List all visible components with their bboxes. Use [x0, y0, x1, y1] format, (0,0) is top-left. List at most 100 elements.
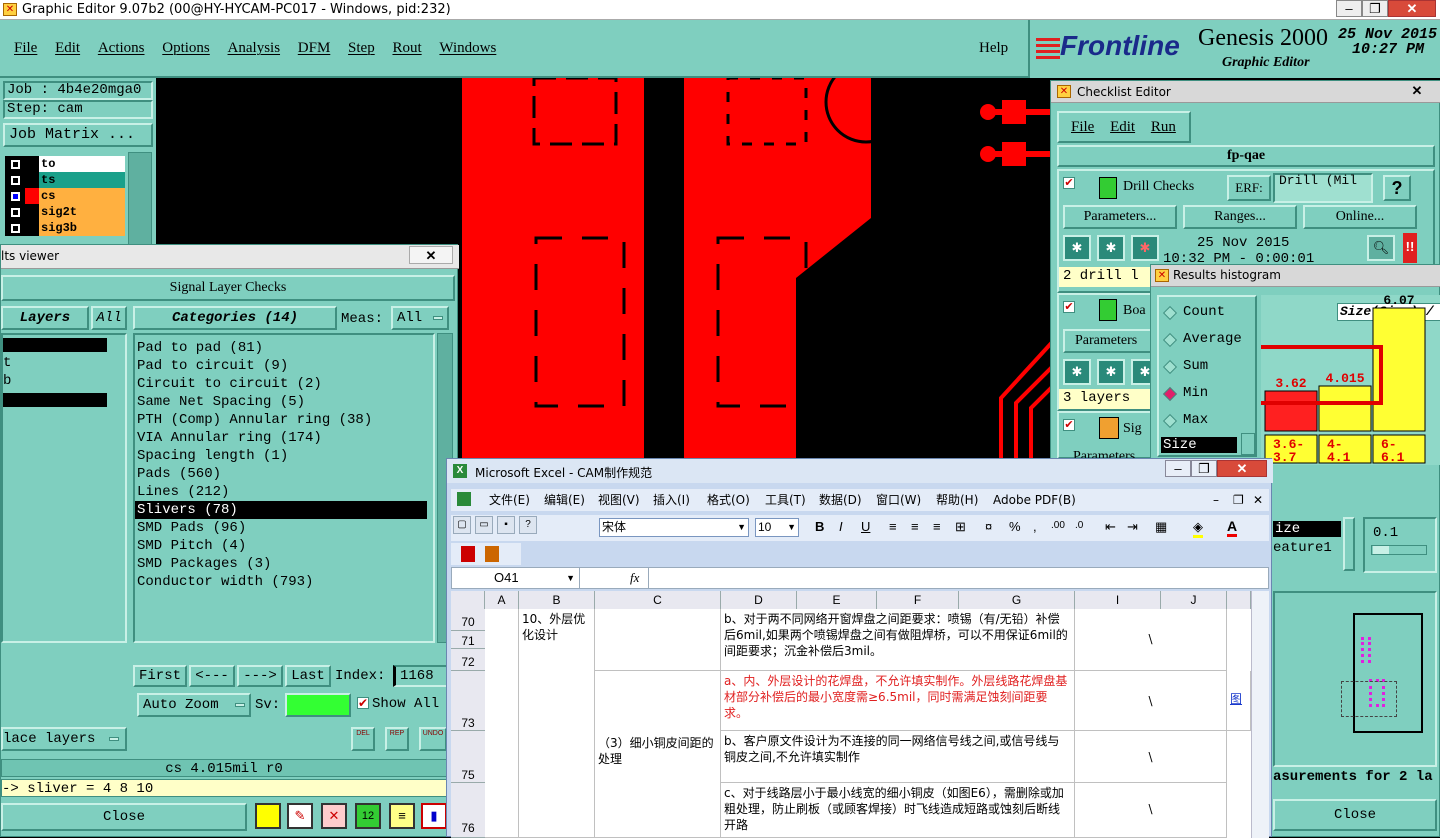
excel-menu-help[interactable]: 帮助(H): [936, 489, 978, 511]
cell-fig-link[interactable]: 图: [1227, 671, 1251, 731]
first-button[interactable]: First: [133, 665, 187, 687]
histogram-icon[interactable]: ▮: [421, 803, 447, 829]
histogram-size-scroll[interactable]: [1241, 433, 1255, 455]
excel-minimize-button[interactable]: –: [1165, 460, 1191, 477]
cell-a[interactable]: [485, 609, 519, 838]
row-header[interactable]: 70: [451, 609, 485, 631]
cell-d-75[interactable]: b、客户原文件设计为不连接的同一网络信号线之间,或信号线与铜皮之间,不允许填实制…: [721, 731, 1075, 783]
open-icon[interactable]: ▭: [475, 516, 493, 534]
menu-dfm[interactable]: DFM: [298, 40, 331, 57]
bold-button[interactable]: B: [815, 519, 824, 534]
name-box[interactable]: O41 ▼: [452, 568, 580, 588]
prev-button[interactable]: <---: [189, 665, 235, 687]
option-max[interactable]: Max: [1159, 407, 1255, 434]
results-close-button[interactable]: Close: [1, 803, 247, 831]
formula-input[interactable]: [648, 568, 1268, 588]
column-header[interactable]: A: [485, 591, 519, 609]
option-count[interactable]: Count: [1159, 299, 1255, 326]
slider-handle[interactable]: [1373, 546, 1389, 554]
layers-tab[interactable]: Layers: [1, 306, 89, 330]
category-item[interactable]: Spacing length (1): [135, 447, 433, 465]
histogram-bar[interactable]: [1318, 385, 1372, 432]
italic-button[interactable]: I: [839, 519, 843, 534]
help-icon[interactable]: ?: [1383, 175, 1411, 201]
checklist-close-button[interactable]: Close: [1273, 799, 1437, 831]
menu-windows[interactable]: Windows: [439, 40, 496, 57]
row-header[interactable]: 75: [451, 731, 485, 783]
layer-row[interactable]: sig2t: [5, 204, 125, 220]
excel-doc-minimize[interactable]: –: [1213, 489, 1219, 511]
stop-run-icon[interactable]: ✱: [1131, 235, 1159, 261]
font-select[interactable]: 宋体 ▼: [599, 518, 749, 537]
row-header[interactable]: 73: [451, 671, 485, 731]
meas-select[interactable]: All: [391, 306, 449, 330]
category-item[interactable]: PTH (Comp) Annular ring (38): [135, 411, 433, 429]
place-layers-select[interactable]: lace layers: [1, 727, 127, 751]
board-run-all-icon[interactable]: ✱: [1097, 359, 1125, 385]
align-center-icon[interactable]: ≡: [911, 519, 919, 534]
outdent-icon[interactable]: ⇤: [1105, 519, 1116, 535]
pdf-email-icon[interactable]: [485, 546, 499, 562]
layers-all-button[interactable]: All: [91, 306, 127, 330]
cell-c-merged[interactable]: （3）细小铜皮间距的处理: [595, 671, 721, 838]
category-item[interactable]: SMD Pitch (4): [135, 537, 433, 555]
column-header[interactable]: E: [797, 591, 877, 609]
close-button[interactable]: ✕: [1388, 0, 1436, 17]
checklist-menu-file[interactable]: File: [1071, 119, 1094, 135]
column-header[interactable]: B: [519, 591, 595, 609]
report-icon[interactable]: REP: [385, 727, 409, 751]
erf-button[interactable]: ERF:: [1227, 175, 1271, 201]
maximize-button[interactable]: ❐: [1362, 0, 1388, 17]
layers-list-row-selected[interactable]: [3, 338, 107, 352]
category-item[interactable]: VIA Annular ring (174): [135, 429, 433, 447]
next-button[interactable]: --->: [237, 665, 283, 687]
cell-d-76[interactable]: c、对于线路层小于最小线宽的细小铜皮（如图E6），需删除或加粗处理，防止刷板（或…: [721, 783, 1075, 838]
ref-icon[interactable]: ✕: [321, 803, 347, 829]
histogram-bar[interactable]: [1264, 390, 1318, 432]
category-item[interactable]: Conductor width (793): [135, 573, 433, 591]
indent-icon[interactable]: ⇥: [1127, 519, 1138, 535]
column-header[interactable]: C: [595, 591, 721, 609]
size-select[interactable]: 10 ▼: [755, 518, 799, 537]
percent-icon[interactable]: %: [1009, 519, 1021, 534]
column-header[interactable]: I: [1075, 591, 1161, 609]
sv-color-select[interactable]: [285, 693, 351, 717]
currency-icon[interactable]: ¤: [985, 519, 992, 534]
excel-menu-insert[interactable]: 插入(I): [653, 489, 690, 511]
checklist-menu-edit[interactable]: Edit: [1110, 119, 1135, 135]
excel-menu-file[interactable]: 文件(E): [489, 489, 530, 511]
delete-icon[interactable]: DEL: [351, 727, 375, 751]
save-icon[interactable]: ▪: [497, 516, 515, 534]
cell-i-76[interactable]: \: [1075, 783, 1227, 838]
category-item[interactable]: Lines (212): [135, 483, 433, 501]
option-min[interactable]: Min: [1159, 380, 1255, 407]
category-item[interactable]: Pad to pad (81): [135, 339, 433, 357]
excel-maximize-button[interactable]: ❐: [1191, 460, 1217, 477]
categories-tab[interactable]: Categories (14): [133, 306, 337, 330]
menu-file[interactable]: File: [14, 40, 37, 57]
increase-decimal-icon[interactable]: .00: [1051, 520, 1065, 531]
align-right-icon[interactable]: ≡: [933, 519, 941, 534]
erf-field[interactable]: Drill (Mil: [1273, 173, 1373, 203]
signal-check-checkbox[interactable]: ✔: [1063, 419, 1075, 431]
column-header[interactable]: [451, 591, 485, 609]
cell-i-75[interactable]: \: [1075, 731, 1227, 783]
menu-edit[interactable]: Edit: [55, 40, 80, 57]
align-left-icon[interactable]: ≡: [889, 519, 897, 534]
excel-menu-tools[interactable]: 工具(T): [765, 489, 806, 511]
feature-scroll[interactable]: [1343, 517, 1355, 571]
excel-menu-window[interactable]: 窗口(W): [876, 489, 921, 511]
cell-b[interactable]: 10、外层优化设计: [519, 609, 595, 838]
drill-check-checkbox[interactable]: ✔: [1063, 177, 1075, 189]
menu-rout[interactable]: Rout: [392, 40, 421, 57]
column-header[interactable]: [1227, 591, 1251, 609]
ranges-button[interactable]: Ranges...: [1183, 205, 1297, 229]
row-header[interactable]: 71: [451, 631, 485, 649]
cell-d-70[interactable]: b、对于两不同网络开窗焊盘之间距要求：喷锡（有/无铅）补偿后6mil,如果两个喷…: [721, 609, 1075, 671]
layer-row[interactable]: sig3b: [5, 220, 125, 236]
undo-icon[interactable]: UNDO: [419, 727, 447, 751]
row-header[interactable]: 76: [451, 783, 485, 838]
help-circle-icon[interactable]: ?: [519, 516, 537, 534]
category-item-selected[interactable]: Slivers (78): [135, 501, 427, 519]
layers-list-row[interactable]: b: [3, 373, 11, 389]
